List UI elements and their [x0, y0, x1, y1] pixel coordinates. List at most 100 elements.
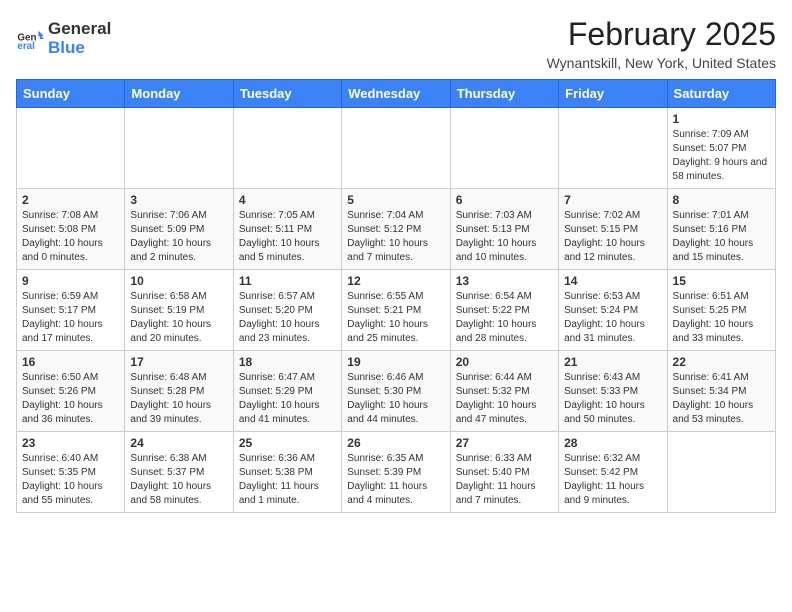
day-number: 26 — [347, 436, 444, 450]
day-number: 24 — [130, 436, 227, 450]
day-number: 13 — [456, 274, 553, 288]
day-number: 8 — [673, 193, 770, 207]
logo-icon: Gen eral — [16, 25, 44, 53]
day-info: Sunrise: 7:09 AM Sunset: 5:07 PM Dayligh… — [673, 128, 770, 184]
month-year-title: February 2025 — [547, 16, 776, 53]
day-number: 4 — [239, 193, 336, 207]
calendar-week-4: 16 Sunrise: 6:50 AM Sunset: 5:26 PM Dayli… — [17, 351, 776, 432]
day-info: Sunrise: 7:05 AM Sunset: 5:11 PM Dayligh… — [239, 209, 336, 265]
day-info: Sunrise: 6:58 AM Sunset: 5:19 PM Dayligh… — [130, 290, 227, 346]
calendar-cell: 20 Sunrise: 6:44 AM Sunset: 5:32 PM Dayli… — [450, 351, 558, 432]
calendar-week-1: 1 Sunrise: 7:09 AM Sunset: 5:07 PM Daylig… — [17, 108, 776, 189]
day-info: Sunrise: 7:06 AM Sunset: 5:09 PM Dayligh… — [130, 209, 227, 265]
weekday-header-saturday: Saturday — [667, 80, 775, 108]
weekday-header-wednesday: Wednesday — [342, 80, 450, 108]
day-info: Sunrise: 6:41 AM Sunset: 5:34 PM Dayligh… — [673, 371, 770, 427]
weekday-header-thursday: Thursday — [450, 80, 558, 108]
calendar-cell: 21 Sunrise: 6:43 AM Sunset: 5:33 PM Dayli… — [559, 351, 667, 432]
day-info: Sunrise: 6:57 AM Sunset: 5:20 PM Dayligh… — [239, 290, 336, 346]
svg-text:eral: eral — [17, 40, 35, 51]
calendar-cell: 1 Sunrise: 7:09 AM Sunset: 5:07 PM Daylig… — [667, 108, 775, 189]
page-header: Gen eral General Blue February 2025 Wyna… — [16, 16, 776, 71]
calendar-cell: 15 Sunrise: 6:51 AM Sunset: 5:25 PM Dayli… — [667, 270, 775, 351]
day-number: 20 — [456, 355, 553, 369]
day-number: 3 — [130, 193, 227, 207]
day-number: 6 — [456, 193, 553, 207]
calendar-cell — [450, 108, 558, 189]
calendar-cell: 24 Sunrise: 6:38 AM Sunset: 5:37 PM Dayli… — [125, 432, 233, 513]
calendar-cell: 4 Sunrise: 7:05 AM Sunset: 5:11 PM Daylig… — [233, 189, 341, 270]
calendar-cell — [342, 108, 450, 189]
day-number: 19 — [347, 355, 444, 369]
calendar-cell: 9Sunrise: 6:59 AM Sunset: 5:17 PM Daylig… — [17, 270, 125, 351]
day-number: 11 — [239, 274, 336, 288]
day-info: Sunrise: 6:38 AM Sunset: 5:37 PM Dayligh… — [130, 452, 227, 508]
calendar-cell: 11 Sunrise: 6:57 AM Sunset: 5:20 PM Dayli… — [233, 270, 341, 351]
calendar-cell: 6 Sunrise: 7:03 AM Sunset: 5:13 PM Daylig… — [450, 189, 558, 270]
calendar-cell: 7 Sunrise: 7:02 AM Sunset: 5:15 PM Daylig… — [559, 189, 667, 270]
calendar-cell — [559, 108, 667, 189]
day-info: Sunrise: 7:01 AM Sunset: 5:16 PM Dayligh… — [673, 209, 770, 265]
logo: Gen eral General Blue — [16, 20, 111, 57]
day-number: 2 — [22, 193, 119, 207]
day-number: 12 — [347, 274, 444, 288]
weekday-header-monday: Monday — [125, 80, 233, 108]
day-info: Sunrise: 6:50 AM Sunset: 5:26 PM Dayligh… — [22, 371, 119, 427]
day-number: 15 — [673, 274, 770, 288]
day-info: Sunrise: 6:46 AM Sunset: 5:30 PM Dayligh… — [347, 371, 444, 427]
day-info: Sunrise: 7:02 AM Sunset: 5:15 PM Dayligh… — [564, 209, 661, 265]
day-number: 16 — [22, 355, 119, 369]
title-block: February 2025 Wynantskill, New York, Uni… — [547, 16, 776, 71]
day-number: 14 — [564, 274, 661, 288]
day-info: Sunrise: 7:03 AM Sunset: 5:13 PM Dayligh… — [456, 209, 553, 265]
calendar-cell: 2 Sunrise: 7:08 AM Sunset: 5:08 PM Daylig… — [17, 189, 125, 270]
day-number: 17 — [130, 355, 227, 369]
calendar-cell — [17, 108, 125, 189]
calendar-week-5: 23Sunrise: 6:40 AM Sunset: 5:35 PM Dayli… — [17, 432, 776, 513]
logo-text-line2: Blue — [48, 39, 111, 58]
weekday-header-tuesday: Tuesday — [233, 80, 341, 108]
calendar-cell: 3 Sunrise: 7:06 AM Sunset: 5:09 PM Daylig… — [125, 189, 233, 270]
calendar-cell: 17Sunrise: 6:48 AM Sunset: 5:28 PM Dayli… — [125, 351, 233, 432]
calendar-cell: 28Sunrise: 6:32 AM Sunset: 5:42 PM Dayli… — [559, 432, 667, 513]
day-number: 25 — [239, 436, 336, 450]
calendar-cell: 10 Sunrise: 6:58 AM Sunset: 5:19 PM Dayli… — [125, 270, 233, 351]
day-number: 27 — [456, 436, 553, 450]
calendar-cell — [667, 432, 775, 513]
calendar-cell: 14Sunrise: 6:53 AM Sunset: 5:24 PM Dayli… — [559, 270, 667, 351]
day-info: Sunrise: 6:43 AM Sunset: 5:33 PM Dayligh… — [564, 371, 661, 427]
weekday-header-friday: Friday — [559, 80, 667, 108]
day-number: 18 — [239, 355, 336, 369]
day-number: 1 — [673, 112, 770, 126]
calendar-week-3: 9Sunrise: 6:59 AM Sunset: 5:17 PM Daylig… — [17, 270, 776, 351]
calendar-cell: 8 Sunrise: 7:01 AM Sunset: 5:16 PM Daylig… — [667, 189, 775, 270]
day-info: Sunrise: 6:51 AM Sunset: 5:25 PM Dayligh… — [673, 290, 770, 346]
day-number: 21 — [564, 355, 661, 369]
calendar-body: 1 Sunrise: 7:09 AM Sunset: 5:07 PM Daylig… — [17, 108, 776, 513]
calendar-cell: 25Sunrise: 6:36 AM Sunset: 5:38 PM Dayli… — [233, 432, 341, 513]
calendar-cell: 27Sunrise: 6:33 AM Sunset: 5:40 PM Dayli… — [450, 432, 558, 513]
calendar-cell: 12Sunrise: 6:55 AM Sunset: 5:21 PM Dayli… — [342, 270, 450, 351]
calendar-table: SundayMondayTuesdayWednesdayThursdayFrid… — [16, 79, 776, 513]
day-info: Sunrise: 7:08 AM Sunset: 5:08 PM Dayligh… — [22, 209, 119, 265]
day-number: 7 — [564, 193, 661, 207]
calendar-cell — [125, 108, 233, 189]
calendar-cell — [233, 108, 341, 189]
day-number: 23 — [22, 436, 119, 450]
calendar-cell: 19 Sunrise: 6:46 AM Sunset: 5:30 PM Dayli… — [342, 351, 450, 432]
calendar-cell: 26Sunrise: 6:35 AM Sunset: 5:39 PM Dayli… — [342, 432, 450, 513]
calendar-cell: 23Sunrise: 6:40 AM Sunset: 5:35 PM Dayli… — [17, 432, 125, 513]
day-number: 10 — [130, 274, 227, 288]
calendar-week-2: 2 Sunrise: 7:08 AM Sunset: 5:08 PM Daylig… — [17, 189, 776, 270]
calendar-cell: 18Sunrise: 6:47 AM Sunset: 5:29 PM Dayli… — [233, 351, 341, 432]
calendar-cell: 22 Sunrise: 6:41 AM Sunset: 5:34 PM Dayli… — [667, 351, 775, 432]
calendar-cell: 16 Sunrise: 6:50 AM Sunset: 5:26 PM Dayli… — [17, 351, 125, 432]
day-info: Sunrise: 7:04 AM Sunset: 5:12 PM Dayligh… — [347, 209, 444, 265]
day-number: 5 — [347, 193, 444, 207]
day-number: 22 — [673, 355, 770, 369]
day-info: Sunrise: 6:44 AM Sunset: 5:32 PM Dayligh… — [456, 371, 553, 427]
calendar-cell: 5 Sunrise: 7:04 AM Sunset: 5:12 PM Daylig… — [342, 189, 450, 270]
day-number: 28 — [564, 436, 661, 450]
logo-text-line1: General — [48, 20, 111, 39]
location-subtitle: Wynantskill, New York, United States — [547, 55, 776, 71]
